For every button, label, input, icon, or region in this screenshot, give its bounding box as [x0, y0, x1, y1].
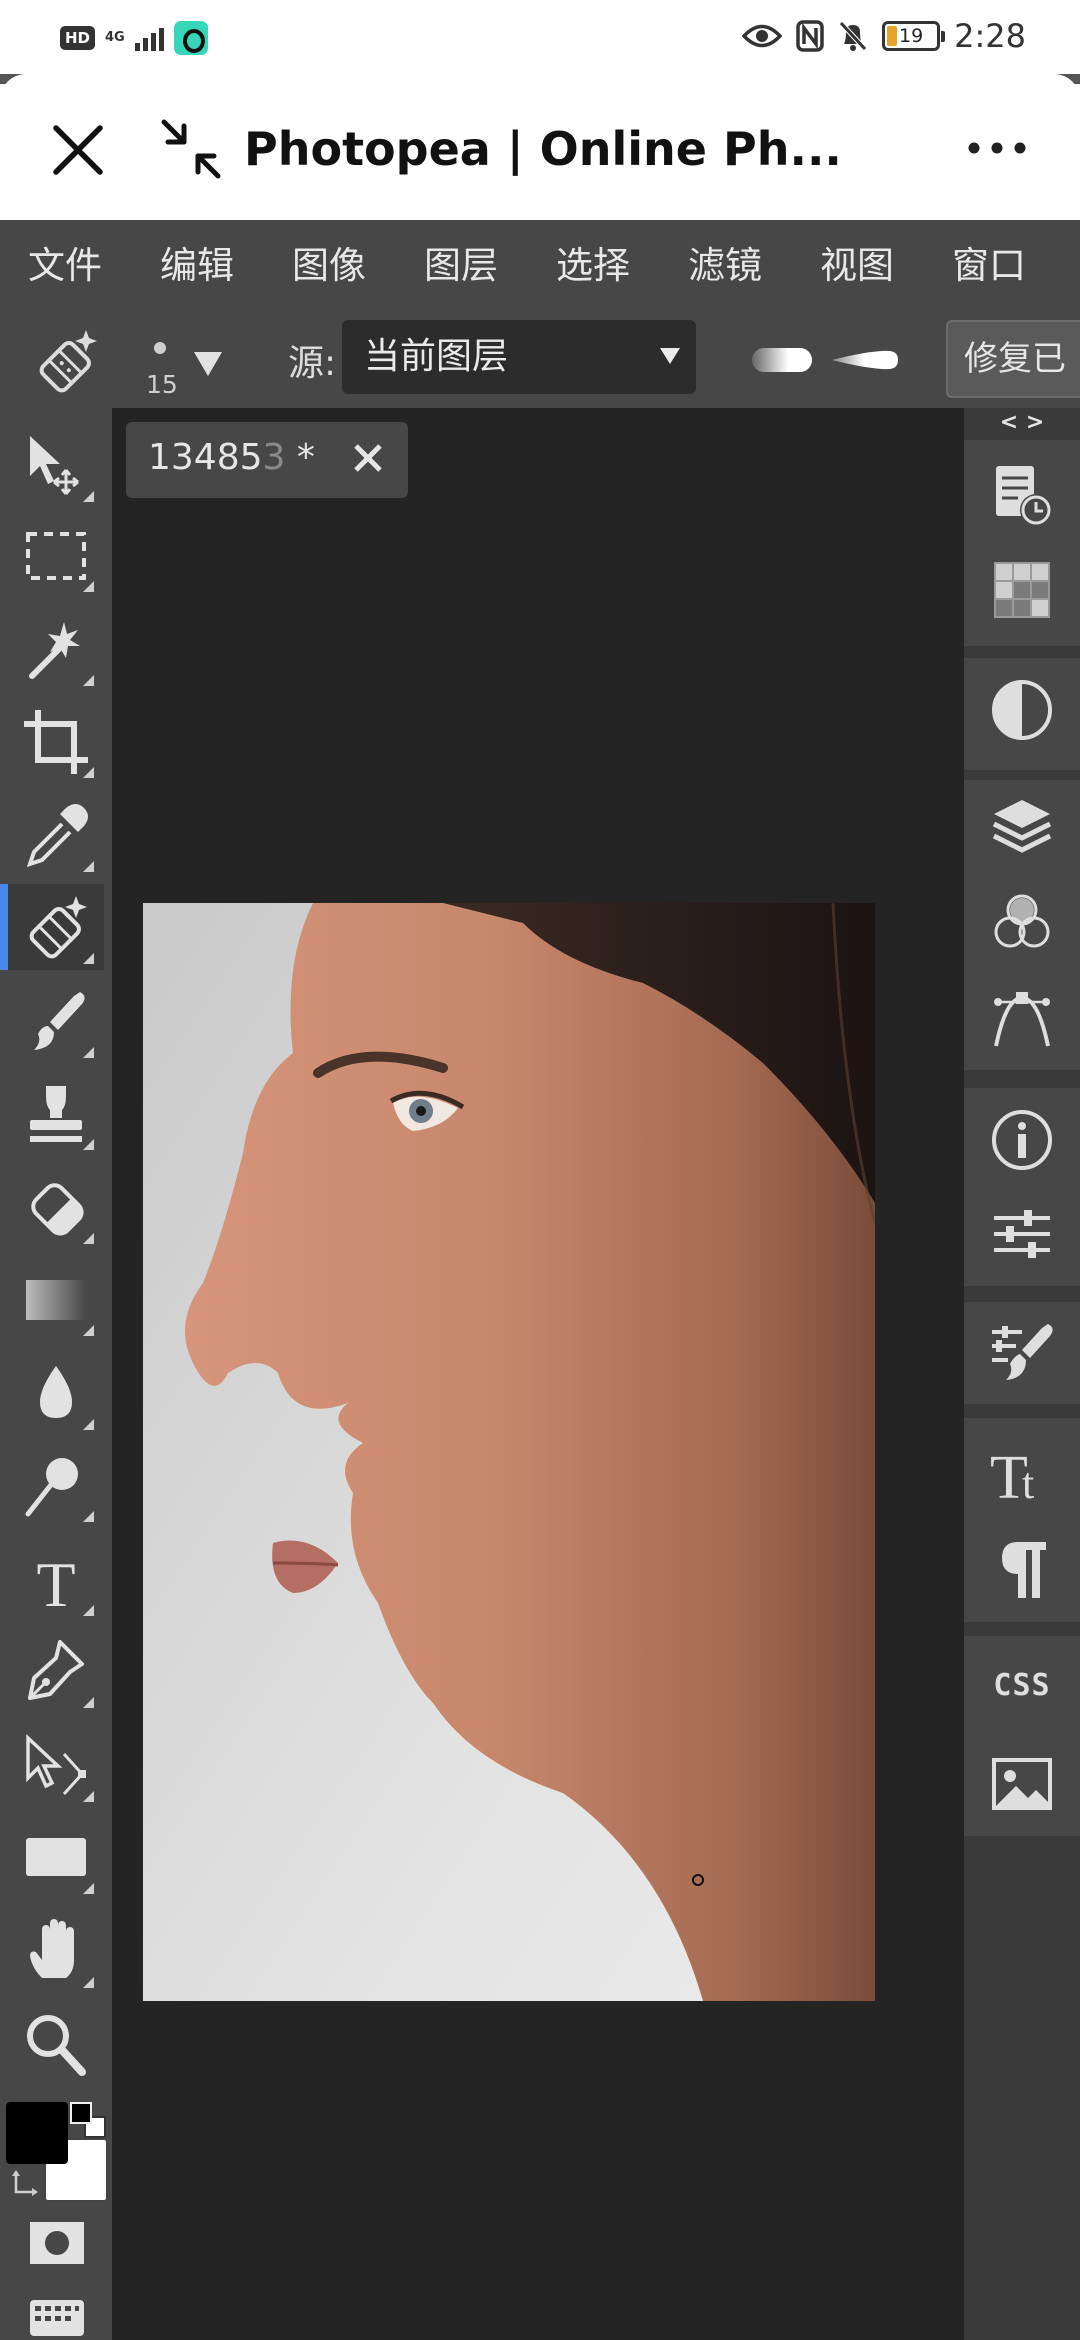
eye-icon — [742, 24, 783, 48]
eyedropper-tool-icon[interactable] — [20, 800, 94, 872]
path-select-tool-icon[interactable] — [20, 1730, 94, 1802]
gradient-tool-icon[interactable] — [20, 1264, 94, 1336]
character-icon[interactable]: Tt — [988, 1438, 1056, 1512]
battery-percent: 19 — [899, 25, 924, 47]
svg-text:t: t — [1022, 1459, 1034, 1506]
source-select[interactable]: 当前图层 — [342, 320, 696, 394]
menu-image[interactable]: 图像 — [292, 220, 366, 312]
svg-text:T: T — [36, 1549, 75, 1616]
image-panel-icon[interactable] — [988, 1750, 1056, 1818]
type-tool-icon[interactable]: T — [20, 1544, 94, 1620]
marquee-tool-icon[interactable] — [20, 520, 94, 592]
hand-tool-icon[interactable] — [20, 1916, 94, 1988]
clone-stamp-tool-icon[interactable] — [20, 1078, 94, 1150]
brush-size[interactable]: 15 — [146, 370, 178, 399]
document-modified-marker: * — [285, 437, 315, 478]
document-tab-name-faded: 3 — [262, 437, 286, 478]
swatches-icon[interactable] — [988, 556, 1056, 624]
panel-collapse-toggle[interactable]: < > — [964, 408, 1080, 438]
brush-cursor — [692, 1874, 704, 1886]
dodge-tool-icon[interactable] — [20, 1450, 94, 1522]
source-select-value: 当前图层 — [364, 336, 509, 377]
document-tab-name[interactable]: 134853 * — [148, 428, 315, 488]
menu-layer[interactable]: 图层 — [424, 220, 498, 312]
adjustments-icon[interactable] — [988, 676, 1056, 744]
magic-wand-tool-icon[interactable] — [20, 614, 94, 686]
swap-colors-icon[interactable] — [8, 2166, 46, 2204]
history-icon[interactable] — [988, 462, 1056, 530]
hd-badge: HD — [60, 26, 96, 50]
keyboard-icon[interactable] — [26, 2296, 88, 2336]
close-icon[interactable] — [48, 120, 108, 180]
notification-app-icon — [173, 21, 208, 55]
foreground-color-swatch[interactable] — [6, 2102, 68, 2164]
brush-tool-icon[interactable] — [20, 986, 94, 1058]
brush-preview[interactable] — [154, 342, 166, 354]
pen-tool-icon[interactable] — [20, 1636, 94, 1708]
move-tool-icon[interactable] — [20, 430, 94, 502]
dropdown-caret-icon — [660, 348, 680, 364]
more-icon[interactable] — [962, 118, 1032, 178]
zoom-tool-icon[interactable] — [20, 2010, 92, 2082]
network-type: 4G — [105, 30, 125, 45]
app-root: HD 4G 19 2:28 Photopea | Online Ph... 文件… — [0, 0, 1080, 2340]
paragraph-icon[interactable] — [988, 1536, 1056, 1604]
info-icon[interactable] — [988, 1106, 1056, 1174]
nfc-icon — [796, 20, 824, 52]
battery-icon: 19 — [882, 21, 946, 51]
exit-fullscreen-icon[interactable] — [158, 116, 224, 182]
menu-view[interactable]: 视图 — [820, 220, 894, 312]
properties-icon[interactable] — [988, 1200, 1056, 1268]
paths-icon[interactable] — [988, 988, 1056, 1056]
blur-tool-icon[interactable] — [20, 1358, 94, 1430]
crop-tool-icon[interactable] — [20, 706, 94, 778]
source-label: 源: — [288, 343, 337, 384]
layers-icon[interactable] — [988, 792, 1056, 860]
css-panel-button[interactable]: CSS — [984, 1668, 1060, 1703]
spot-healing-brush-icon[interactable] — [30, 326, 102, 398]
channels-icon[interactable] — [988, 890, 1056, 958]
close-document-icon[interactable] — [350, 440, 386, 476]
status-right: 19 2:28 — [742, 14, 1026, 58]
default-colors-icon[interactable] — [70, 2102, 92, 2124]
rectangle-tool-icon[interactable] — [20, 1822, 94, 1894]
menu-file[interactable]: 文件 — [28, 220, 102, 312]
signal-icon — [134, 25, 164, 51]
mode-taper-brush-icon[interactable] — [832, 350, 898, 370]
active-tool-marker — [0, 884, 8, 970]
clock: 2:28 — [954, 17, 1026, 55]
menu-select[interactable]: 选择 — [556, 220, 630, 312]
status-bar: HD 4G 19 2:28 — [0, 0, 1080, 74]
menu-window[interactable]: 窗口 — [952, 220, 1026, 312]
quick-mask-icon[interactable] — [26, 2218, 88, 2268]
page-title: Photopea | Online Ph... — [244, 122, 842, 176]
menu-filter[interactable]: 滤镜 — [688, 220, 762, 312]
repair-button[interactable]: 修复已 — [946, 320, 1080, 398]
document-image[interactable] — [143, 903, 875, 2001]
brush-picker-caret-icon[interactable] — [194, 352, 222, 376]
healing-brush-tool-icon[interactable] — [20, 892, 94, 964]
document-tab-name-main: 13485 — [148, 437, 263, 478]
status-left: HD 4G — [60, 18, 208, 58]
menu-edit[interactable]: 编辑 — [160, 220, 234, 312]
mute-bell-icon — [839, 21, 867, 51]
brush-settings-icon[interactable] — [988, 1318, 1056, 1386]
eraser-tool-icon[interactable] — [20, 1172, 94, 1244]
mode-soft-brush-icon[interactable] — [752, 348, 812, 372]
